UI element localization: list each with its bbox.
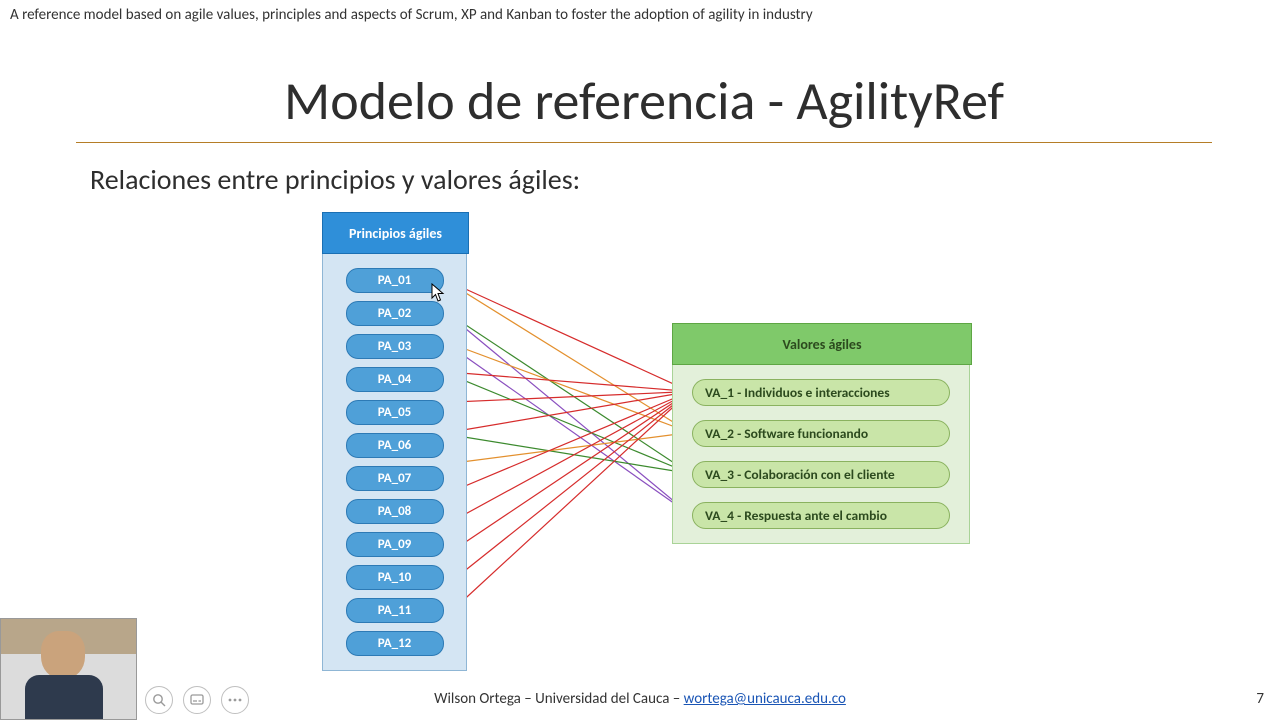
values-header: Valores ágiles xyxy=(672,323,972,365)
principle-pill: PA_01 xyxy=(346,268,444,293)
principle-pill: PA_06 xyxy=(346,433,444,458)
principle-pill: PA_02 xyxy=(346,301,444,326)
values-body: VA_1 - Individuos e interacciones VA_2 - … xyxy=(672,365,970,544)
principles-body: PA_01 PA_02 PA_03 PA_04 PA_05 PA_06 PA_07 PA_08… xyxy=(322,254,467,671)
presenter-controls xyxy=(145,686,249,714)
document-top-caption: A reference model based on agile values,… xyxy=(10,6,813,24)
subtitle-icon[interactable] xyxy=(183,686,211,714)
principle-pill: PA_09 xyxy=(346,532,444,557)
value-pill: VA_2 - Software funcionando xyxy=(692,420,950,447)
slide-number: 7 xyxy=(1256,690,1264,708)
speaker-video-thumbnail xyxy=(0,618,137,720)
footer-author: Wilson Ortega – Universidad del Cauca – xyxy=(434,690,684,708)
more-icon[interactable] xyxy=(221,686,249,714)
slide-subtitle: Relaciones entre principios y valores ág… xyxy=(90,162,580,197)
values-group: Valores ágiles VA_1 - Individuos e inter… xyxy=(672,323,970,544)
value-pill: VA_1 - Individuos e interacciones xyxy=(692,379,950,406)
value-pill: VA_3 - Colaboración con el cliente xyxy=(692,461,950,488)
slide-title: Modelo de referencia - AgilityRef xyxy=(76,68,1212,143)
principles-header: Principios ágiles xyxy=(322,212,469,254)
principle-pill: PA_10 xyxy=(346,565,444,590)
principle-pill: PA_04 xyxy=(346,367,444,392)
principle-pill: PA_12 xyxy=(346,631,444,656)
principle-pill: PA_03 xyxy=(346,334,444,359)
footer-email-link[interactable]: wortega@unicauca.edu.co xyxy=(684,690,846,708)
principles-group: Principios ágiles PA_01PA_02PA_03PA_04PA… xyxy=(322,212,467,671)
principle-pill: PA_11 xyxy=(346,598,444,623)
value-pill: VA_4 - Respuesta ante el cambio xyxy=(692,502,950,529)
principle-pill: PA_05 xyxy=(346,400,444,425)
principle-pill: PA_07 xyxy=(346,466,444,491)
zoom-icon[interactable] xyxy=(145,686,173,714)
principle-pill: PA_08 xyxy=(346,499,444,524)
